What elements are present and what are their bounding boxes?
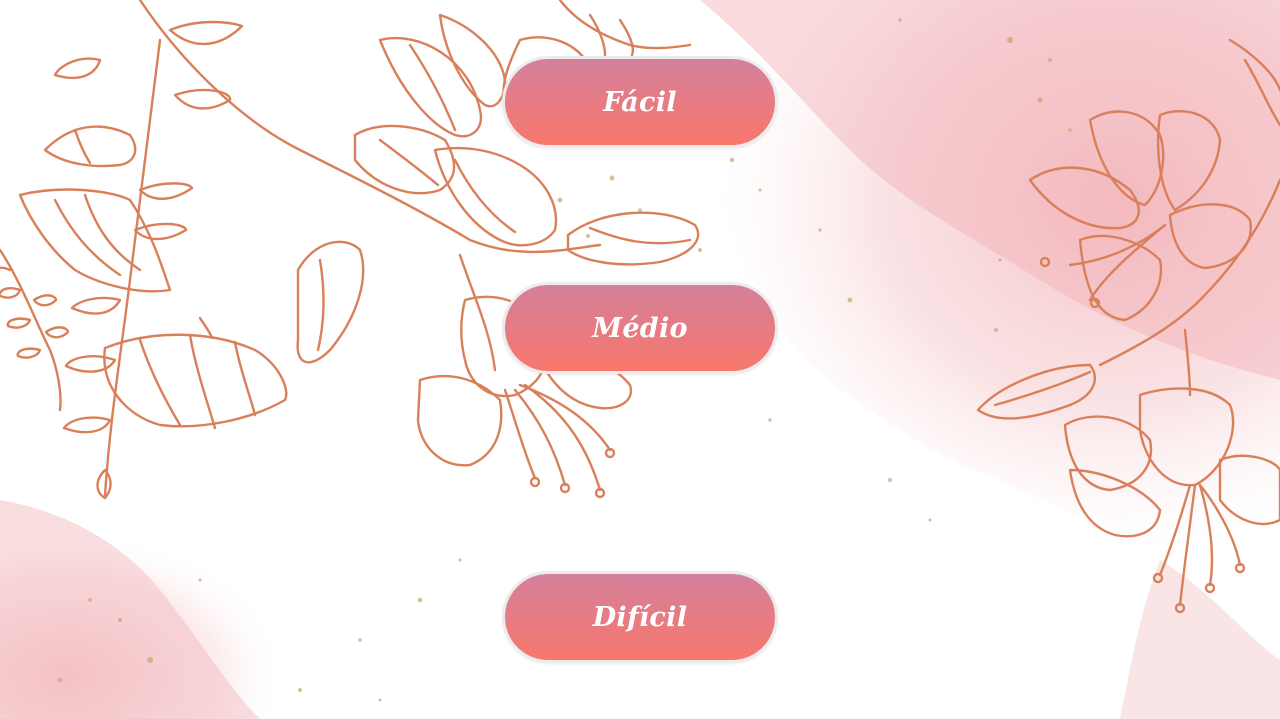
hard-level-label: Difícil [592,601,688,633]
medium-level-label: Médio [592,312,688,344]
easy-level-label: Fácil [603,86,677,118]
easy-level-button[interactable]: Fácil [502,56,778,148]
difficulty-menu-screen: Fácil Médio Difícil [0,0,1280,719]
medium-level-button[interactable]: Médio [502,282,778,374]
hard-level-button[interactable]: Difícil [502,571,778,663]
